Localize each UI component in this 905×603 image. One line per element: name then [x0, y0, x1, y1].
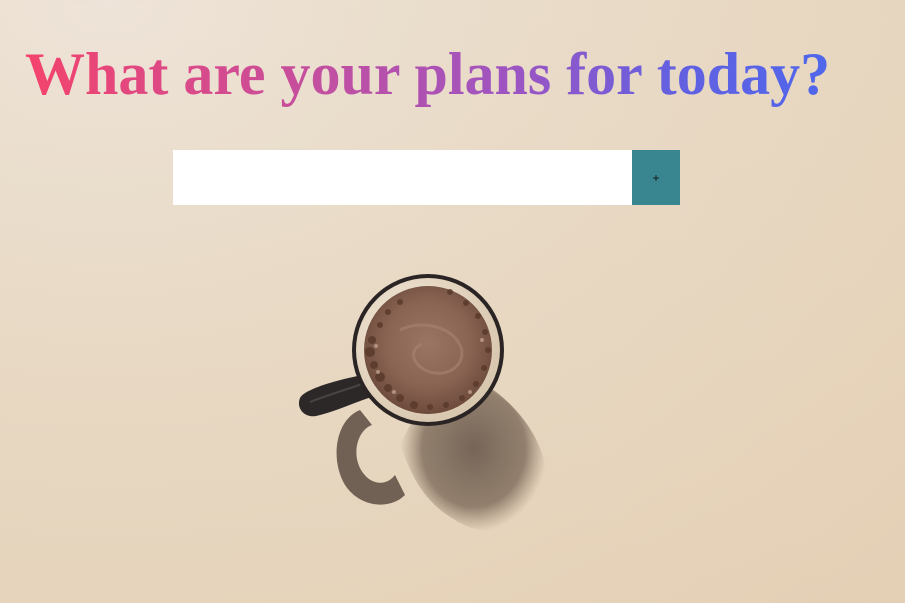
todo-form: + — [173, 150, 680, 205]
add-todo-button[interactable]: + — [632, 150, 680, 205]
todo-input[interactable] — [173, 150, 632, 205]
page-title: What are your plans for today? — [25, 38, 830, 110]
coffee-cup-icon — [298, 274, 548, 532]
